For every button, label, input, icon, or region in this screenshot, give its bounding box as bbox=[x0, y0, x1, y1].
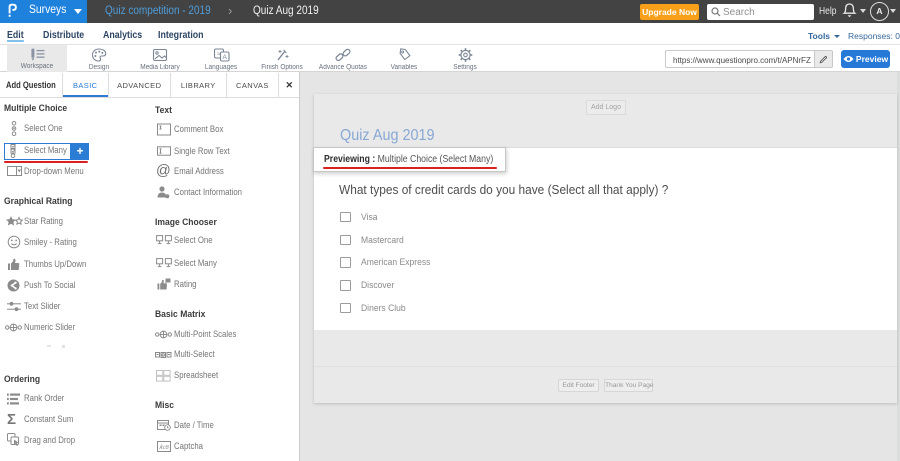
svg-text:𝑘c8: 𝑘c8 bbox=[159, 443, 169, 450]
svg-text:A: A bbox=[222, 54, 227, 61]
